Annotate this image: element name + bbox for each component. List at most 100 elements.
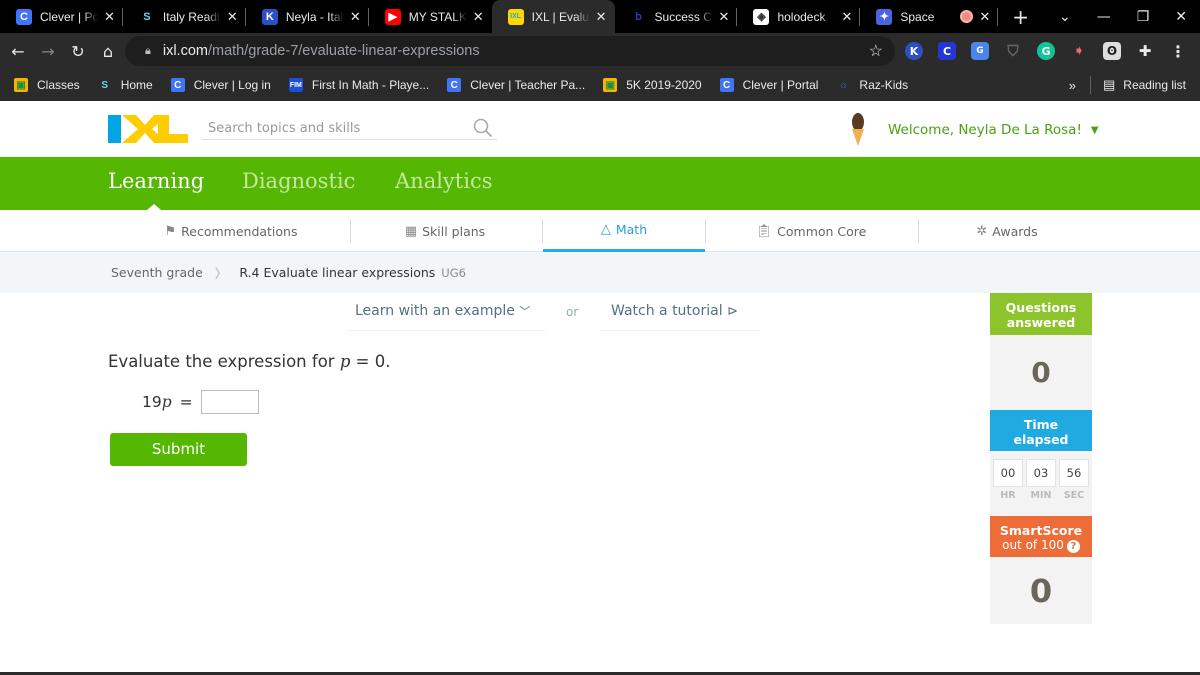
browser-tab[interactable]: b Success Criteria ✕: [615, 0, 738, 33]
puzzle-extensions-icon[interactable]: ✚: [1136, 42, 1154, 60]
minimize-button[interactable]: —: [1097, 9, 1111, 25]
reading-list-icon: ▤: [1103, 77, 1116, 92]
tab-analytics[interactable]: Analytics: [395, 169, 492, 193]
bookmark-item[interactable]: S Home: [97, 78, 153, 92]
browser-tab[interactable]: C Clever | Portal ✕: [0, 0, 123, 33]
browser-tab[interactable]: K Neyla - Italy ✕: [246, 0, 369, 33]
reload-button[interactable]: ↻: [66, 42, 90, 61]
user-menu[interactable]: Welcome, Neyla De La Rosa! ▼: [850, 113, 1099, 147]
close-tab-icon[interactable]: ✕: [719, 9, 730, 25]
learn-with-example-link[interactable]: Learn with an example ﹀: [355, 303, 530, 319]
signpost-icon: ⚑: [164, 223, 177, 239]
timer: 00 03 56: [990, 459, 1092, 487]
ixl-header: Search topics and skills Welcome, Neyla …: [0, 101, 1200, 157]
reading-list-button[interactable]: Reading list: [1123, 78, 1186, 92]
browser-tab[interactable]: IXL IXL | Evaluate ✕: [491, 0, 615, 33]
browser-tab[interactable]: S Italy Reading ✕: [123, 0, 246, 33]
translate-extension-icon[interactable]: G: [971, 42, 989, 60]
tab-favicon-icon: ◈: [753, 8, 770, 25]
bookmark-favicon-icon: S: [97, 78, 112, 92]
breadcrumb-grade[interactable]: Seventh grade: [111, 265, 203, 280]
tab-title: holodeck: [777, 9, 826, 24]
close-tab-icon[interactable]: ✕: [104, 9, 115, 25]
restore-button[interactable]: ❐: [1137, 9, 1150, 25]
tab-favicon-icon: ▶: [384, 8, 401, 25]
home-button[interactable]: ⌂: [96, 42, 120, 61]
extensions-area: K C G ⛉ G ➧ ʘ ✚ ⋮: [905, 33, 1200, 69]
bookmark-label: Classes: [37, 78, 80, 92]
party-popper-icon: ✲: [976, 223, 988, 239]
ixl-logo[interactable]: [108, 115, 188, 143]
subtab-common-core[interactable]: 📋︎ Common Core: [716, 210, 906, 252]
kebab-menu-icon[interactable]: ⋮: [1169, 42, 1187, 61]
bookmark-favicon-icon: FIM: [288, 78, 303, 92]
bookmark-item[interactable]: FIM First In Math - Playe...: [288, 78, 429, 92]
bookmark-favicon-icon: ☼: [836, 78, 851, 92]
tab-diagnostic[interactable]: Diagnostic: [242, 169, 355, 193]
browser-tab[interactable]: ◈ holodeck ✕: [737, 0, 861, 33]
browser-toolbar: ← → ↻ ⌂ 🔒︎ ixl.com/math/grade-7/evaluate…: [0, 33, 1200, 69]
search-icon[interactable]: [473, 118, 493, 138]
bookmark-favicon-icon: C: [719, 78, 734, 92]
unit-hr: HR: [1000, 490, 1016, 501]
bookmark-label: Raz-Kids: [859, 78, 909, 92]
url-host: ixl.com: [162, 43, 208, 59]
sub-nav: ⚑ Recommendations ▦ Skill plans △ Math 📋︎ Co…: [0, 210, 1200, 252]
chevron-right-icon: 〉: [214, 266, 228, 281]
close-window-button[interactable]: ✕: [1175, 9, 1187, 25]
bookmark-item[interactable]: ☼ Raz-Kids: [836, 78, 908, 92]
subtab-skill-plans[interactable]: ▦ Skill plans: [350, 210, 540, 252]
bookmark-star-icon[interactable]: ☆: [869, 41, 883, 61]
close-tab-icon[interactable]: ✕: [841, 9, 852, 25]
close-tab-icon[interactable]: ✕: [596, 9, 607, 25]
submit-button[interactable]: Submit: [110, 433, 247, 466]
kami-extension-icon[interactable]: K: [905, 42, 923, 60]
tab-search-chevron-icon[interactable]: ⌄: [1059, 9, 1071, 25]
tab-separator: [997, 8, 999, 26]
subtab-math[interactable]: △ Math: [543, 210, 705, 252]
checklist-icon: ▦: [404, 223, 418, 239]
browser-tab[interactable]: ✦ Space ✕: [860, 0, 999, 33]
bookmark-favicon-icon: C: [447, 78, 462, 92]
subtab-awards[interactable]: ✲ Awards: [912, 210, 1102, 252]
more-bookmarks-button[interactable]: »: [1069, 78, 1076, 93]
tab-title: Italy Reading: [162, 9, 221, 24]
clever-extension-icon[interactable]: C: [938, 42, 956, 60]
label: elapsed: [1013, 432, 1069, 447]
bookmark-item[interactable]: C Clever | Log in: [170, 78, 271, 92]
close-tab-icon[interactable]: ✕: [473, 9, 484, 25]
breadcrumb: Seventh grade 〉 R.4 Evaluate linear expr…: [0, 252, 1200, 293]
screencast-extension-icon[interactable]: ➧: [1070, 42, 1088, 60]
bookmark-item[interactable]: C Clever | Teacher Pa...: [447, 78, 585, 92]
questions-answered-header: Questions answered: [990, 293, 1092, 335]
new-tab-button[interactable]: +: [1012, 5, 1029, 29]
search-placeholder: Search topics and skills: [208, 121, 361, 136]
address-bar[interactable]: 🔒︎ ixl.com/math/grade-7/evaluate-linear-…: [125, 36, 895, 66]
bookmark-item[interactable]: C Clever | Portal: [719, 78, 819, 92]
tab-favicon-icon: S: [138, 8, 155, 25]
search-input[interactable]: Search topics and skills: [202, 116, 497, 140]
main-nav: Learning Diagnostic Analytics: [0, 157, 1200, 210]
close-tab-icon[interactable]: ✕: [227, 9, 238, 25]
shield-extension-icon[interactable]: ⛉: [1004, 42, 1022, 60]
bookmark-item[interactable]: ▣ Classes: [14, 78, 80, 92]
grammarly-extension-icon[interactable]: G: [1037, 42, 1055, 60]
divider: [1090, 76, 1091, 94]
label: Questions: [1005, 300, 1077, 315]
close-tab-icon[interactable]: ✕: [350, 9, 361, 25]
answer-input[interactable]: [200, 390, 259, 414]
bookmark-label: Clever | Portal: [742, 78, 819, 92]
tab-learning[interactable]: Learning: [108, 169, 204, 193]
close-tab-icon[interactable]: ✕: [979, 9, 990, 25]
watch-tutorial-link[interactable]: Watch a tutorial ⊳: [611, 303, 738, 319]
play-circle-icon: ⊳: [727, 304, 738, 319]
divider: [705, 219, 706, 243]
help-icon[interactable]: ?: [1066, 540, 1080, 553]
caret-down-icon: ▼: [1090, 124, 1099, 136]
panda-extension-icon[interactable]: ʘ: [1103, 42, 1121, 60]
bookmark-item[interactable]: ▣ 5K 2019-2020: [603, 78, 702, 92]
browser-tab[interactable]: ▶ MY STALKER ✕: [369, 0, 492, 33]
back-button[interactable]: ←: [6, 42, 30, 61]
forward-button[interactable]: →: [36, 42, 60, 61]
subtab-recommendations[interactable]: ⚑ Recommendations: [136, 210, 326, 252]
